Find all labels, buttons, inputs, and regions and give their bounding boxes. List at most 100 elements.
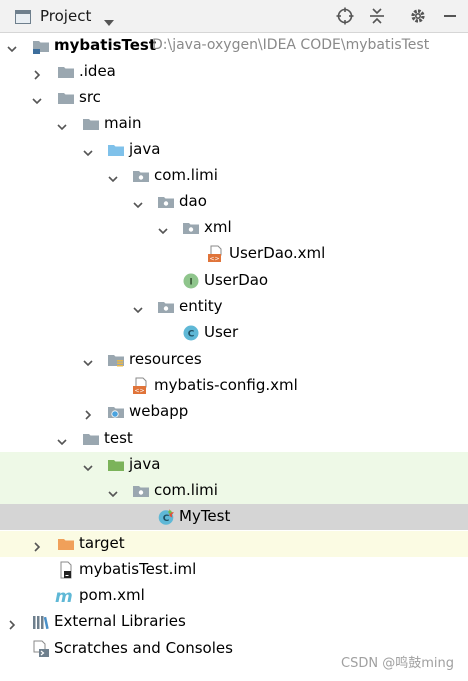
tree-node-userdao-xml[interactable]: <> UserDao.xml	[0, 241, 468, 267]
dropdown-icon[interactable]	[103, 12, 115, 31]
chevron-down-icon[interactable]	[157, 222, 169, 235]
folder-icon	[57, 63, 75, 81]
tree-label: User	[204, 323, 239, 341]
interface-icon: I	[182, 272, 200, 290]
tree-label: target	[79, 534, 125, 552]
chevron-down-icon[interactable]	[132, 196, 144, 209]
tree-label: java	[129, 140, 161, 158]
chevron-down-icon[interactable]	[107, 170, 119, 183]
project-icon	[15, 9, 31, 24]
project-view-title[interactable]: Project	[40, 7, 91, 25]
chevron-down-icon[interactable]	[107, 485, 119, 498]
collapse-all-icon[interactable]	[368, 7, 386, 25]
svg-text:C: C	[188, 330, 195, 340]
xml-file-icon: <>	[132, 377, 150, 395]
tree-node-resources[interactable]: resources	[0, 347, 468, 373]
project-toolbar: Project	[0, 0, 468, 33]
tree-node-user[interactable]: C User	[0, 320, 468, 346]
tree-label: .idea	[79, 62, 116, 80]
tree-node-userdao[interactable]: I UserDao	[0, 268, 468, 294]
tree-label: main	[104, 114, 142, 132]
chevron-down-icon[interactable]	[56, 118, 68, 131]
tree-label: mybatisTest.iml	[79, 560, 197, 578]
xml-file-icon: <>	[207, 245, 225, 263]
module-folder-icon	[32, 37, 50, 55]
tree-label: src	[79, 88, 101, 106]
test-source-folder-icon	[107, 456, 125, 474]
class-icon: C	[182, 324, 200, 342]
tree-node-iml[interactable]: mybatisTest.iml	[0, 557, 468, 583]
tree-label: com.limi	[154, 166, 218, 184]
tree-node-main-java[interactable]: java	[0, 137, 468, 163]
tree-label: resources	[129, 350, 202, 368]
tree-label: mybatis-config.xml	[154, 376, 298, 394]
tree-label: pom.xml	[79, 586, 145, 604]
svg-text:<>: <>	[134, 388, 144, 395]
tree-node-target[interactable]: target	[0, 531, 468, 557]
tree-label: UserDao.xml	[229, 244, 326, 262]
tree-node-idea[interactable]: .idea	[0, 59, 468, 85]
package-icon	[157, 298, 175, 316]
iml-file-icon	[57, 561, 75, 579]
chevron-down-icon[interactable]	[132, 301, 144, 314]
chevron-right-icon[interactable]	[6, 616, 18, 630]
chevron-down-icon[interactable]	[82, 354, 94, 367]
tree-node-mybatis-config[interactable]: <> mybatis-config.xml	[0, 373, 468, 399]
tree-node-dao[interactable]: dao	[0, 189, 468, 215]
locate-icon[interactable]	[336, 7, 354, 25]
tree-label: java	[129, 455, 161, 473]
tree-node-webapp[interactable]: webapp	[0, 399, 468, 425]
watermark: CSDN @鸣鼓ming	[341, 656, 454, 671]
module-path: D:\java-oxygen\IDEA CODE\mybatisTest	[152, 37, 430, 53]
tree-node-mybatistest[interactable]: mybatisTest D:\java-oxygen\IDEA CODE\myb…	[0, 33, 468, 59]
chevron-down-icon[interactable]	[56, 433, 68, 446]
libraries-icon	[32, 613, 50, 631]
tree-label: mybatisTest	[54, 36, 157, 54]
tree-node-mytest[interactable]: C MyTest	[0, 504, 468, 530]
tree-label: UserDao	[204, 271, 269, 289]
maven-icon: m	[55, 587, 73, 607]
tree-node-xml[interactable]: xml	[0, 215, 468, 241]
chevron-down-icon[interactable]	[6, 40, 18, 53]
test-class-icon: C	[157, 508, 175, 526]
excluded-folder-icon	[57, 535, 75, 553]
tree-label: webapp	[129, 402, 189, 420]
tree-label: MyTest	[179, 507, 231, 525]
tree-label: External Libraries	[54, 612, 186, 630]
chevron-right-icon[interactable]	[31, 538, 43, 552]
web-folder-icon	[107, 403, 125, 421]
settings-icon[interactable]	[409, 7, 427, 25]
chevron-down-icon[interactable]	[82, 144, 94, 157]
tree-label: Scratches and Consoles	[54, 639, 233, 657]
tree-node-test-java[interactable]: java	[0, 452, 468, 478]
tree-label: xml	[204, 218, 232, 236]
tree-node-test-package[interactable]: com.limi	[0, 478, 468, 504]
package-icon	[157, 193, 175, 211]
chevron-down-icon[interactable]	[31, 92, 43, 105]
svg-text:<>: <>	[209, 256, 219, 263]
tree-node-src[interactable]: src	[0, 85, 468, 111]
source-folder-icon	[107, 141, 125, 159]
tree-node-main[interactable]: main	[0, 111, 468, 137]
package-icon	[182, 219, 200, 237]
chevron-right-icon[interactable]	[31, 66, 43, 80]
tree-node-test[interactable]: test	[0, 426, 468, 452]
tree-label: dao	[179, 192, 207, 210]
tree-node-entity[interactable]: entity	[0, 294, 468, 320]
tree-node-main-package[interactable]: com.limi	[0, 163, 468, 189]
svg-text:I: I	[189, 278, 192, 288]
folder-icon	[57, 89, 75, 107]
minimize-icon[interactable]	[441, 7, 459, 25]
package-icon	[132, 482, 150, 500]
svg-text:m: m	[55, 587, 73, 605]
tree-node-external-libraries[interactable]: External Libraries	[0, 609, 468, 635]
folder-icon	[82, 430, 100, 448]
folder-icon	[82, 115, 100, 133]
chevron-down-icon[interactable]	[82, 459, 94, 472]
chevron-right-icon[interactable]	[82, 406, 94, 420]
resources-folder-icon	[107, 351, 125, 369]
tree-label: test	[104, 429, 133, 447]
tree-node-pom[interactable]: m pom.xml	[0, 583, 468, 609]
package-icon	[132, 167, 150, 185]
tree-label: entity	[179, 297, 223, 315]
